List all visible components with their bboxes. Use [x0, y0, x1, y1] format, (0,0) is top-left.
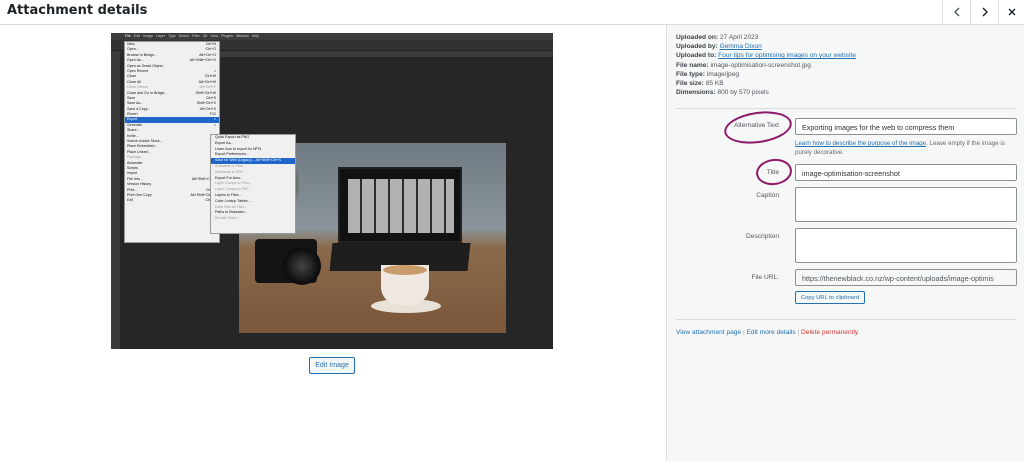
caption-textarea[interactable]: [795, 187, 1017, 222]
copy-url-button[interactable]: Copy URL to clipboard: [795, 291, 865, 304]
ps-menubar-item: Layer: [156, 34, 165, 38]
delete-permanently-link[interactable]: Delete permanently: [801, 329, 858, 336]
photoshop-file-menu: New... Ctrl+N Open... Ctrl+O Browse in Bridg…: [124, 41, 220, 243]
ps-file-menu-item: ExitCtrl+Q: [127, 198, 216, 203]
camera-lens-shape: [283, 247, 321, 285]
file-name: image-optimisation-screenshot.jpg: [710, 61, 811, 69]
file-url-label: File URL:: [751, 274, 779, 281]
title-input[interactable]: image-optimisation-screenshot: [795, 164, 1017, 181]
laptop-screen-shape: [338, 167, 462, 243]
dimensions: 800 by 570 pixels: [717, 89, 769, 97]
alt-text-help-link[interactable]: Learn how to describe the purpose of the…: [795, 140, 926, 147]
ps-menubar-item: Type: [168, 34, 176, 38]
photoshop-export-submenu: Quick Export as PNG Export As... Learn how…: [210, 134, 296, 234]
ps-menubar-item: Image: [143, 34, 153, 38]
caption-label: Caption: [756, 192, 779, 199]
uploaded-to-link[interactable]: Four tips for optimising images on your …: [718, 52, 856, 59]
edit-more-details-link[interactable]: Edit more details: [747, 329, 796, 336]
ps-menubar-item: Filter: [191, 34, 200, 38]
close-button[interactable]: [998, 0, 1024, 24]
file-size: 85 KB: [705, 80, 724, 88]
previous-button[interactable]: [942, 0, 970, 24]
file-type: image/jpeg: [706, 70, 740, 78]
divider: [676, 319, 1016, 320]
next-button[interactable]: [970, 0, 998, 24]
ps-menubar-item: Window: [235, 34, 249, 38]
ps-menubar-item: Help: [251, 34, 260, 38]
ps-export-menu-item: Render Video...: [215, 216, 240, 221]
uploaded-on: 27 April 2023: [719, 34, 759, 41]
photoshop-menubar: File Edit Image Layer Type Select Filter 3D View…: [111, 33, 553, 40]
file-url-input[interactable]: https://thenewblack.co.nz/wp-content/upl…: [795, 269, 1017, 286]
description-label: Description: [746, 233, 779, 240]
attachment-media-view: File Edit Image Layer Type Select Filter 3D View…: [0, 25, 666, 461]
photoshop-toolbar: [111, 51, 120, 349]
modal-title: Attachment details: [7, 3, 148, 18]
ps-menubar-item: 3D: [202, 34, 208, 38]
chevron-left-icon: [953, 7, 959, 17]
modal-header: Attachment details: [0, 0, 1024, 25]
close-icon: [1008, 8, 1015, 16]
annotation-circle-title: [754, 156, 794, 188]
file-details: Uploaded on: 27 April 2023 Uploaded by: …: [676, 34, 856, 97]
edit-image-button[interactable]: Edit Image: [309, 357, 355, 374]
alt-text-help: Learn how to describe the purpose of the…: [795, 140, 1005, 156]
ps-menubar-item: View: [210, 34, 219, 38]
description-textarea[interactable]: [795, 228, 1017, 263]
attachment-actions: View attachment page | Edit more details…: [676, 329, 859, 336]
chevron-right-icon: [982, 7, 988, 17]
ps-menubar-item: Plugins: [221, 34, 233, 38]
view-attachment-link[interactable]: View attachment page: [676, 329, 741, 336]
ps-menubar-item: Select: [178, 34, 189, 38]
attachment-info: Uploaded on: 27 April 2023 Uploaded by: …: [666, 25, 1024, 461]
annotation-circle-alt-text: [722, 107, 794, 148]
attachment-image: File Edit Image Layer Type Select Filter 3D View…: [111, 33, 553, 349]
ps-menubar-item: File: [125, 34, 131, 38]
coffee-cup-shape: [381, 265, 429, 305]
alt-text-input[interactable]: Exporting images for the web to compress…: [795, 118, 1017, 135]
uploaded-by-link[interactable]: Gemma Dixon: [720, 43, 762, 50]
ps-menubar-item: Edit: [133, 34, 140, 38]
divider: [676, 108, 1016, 109]
